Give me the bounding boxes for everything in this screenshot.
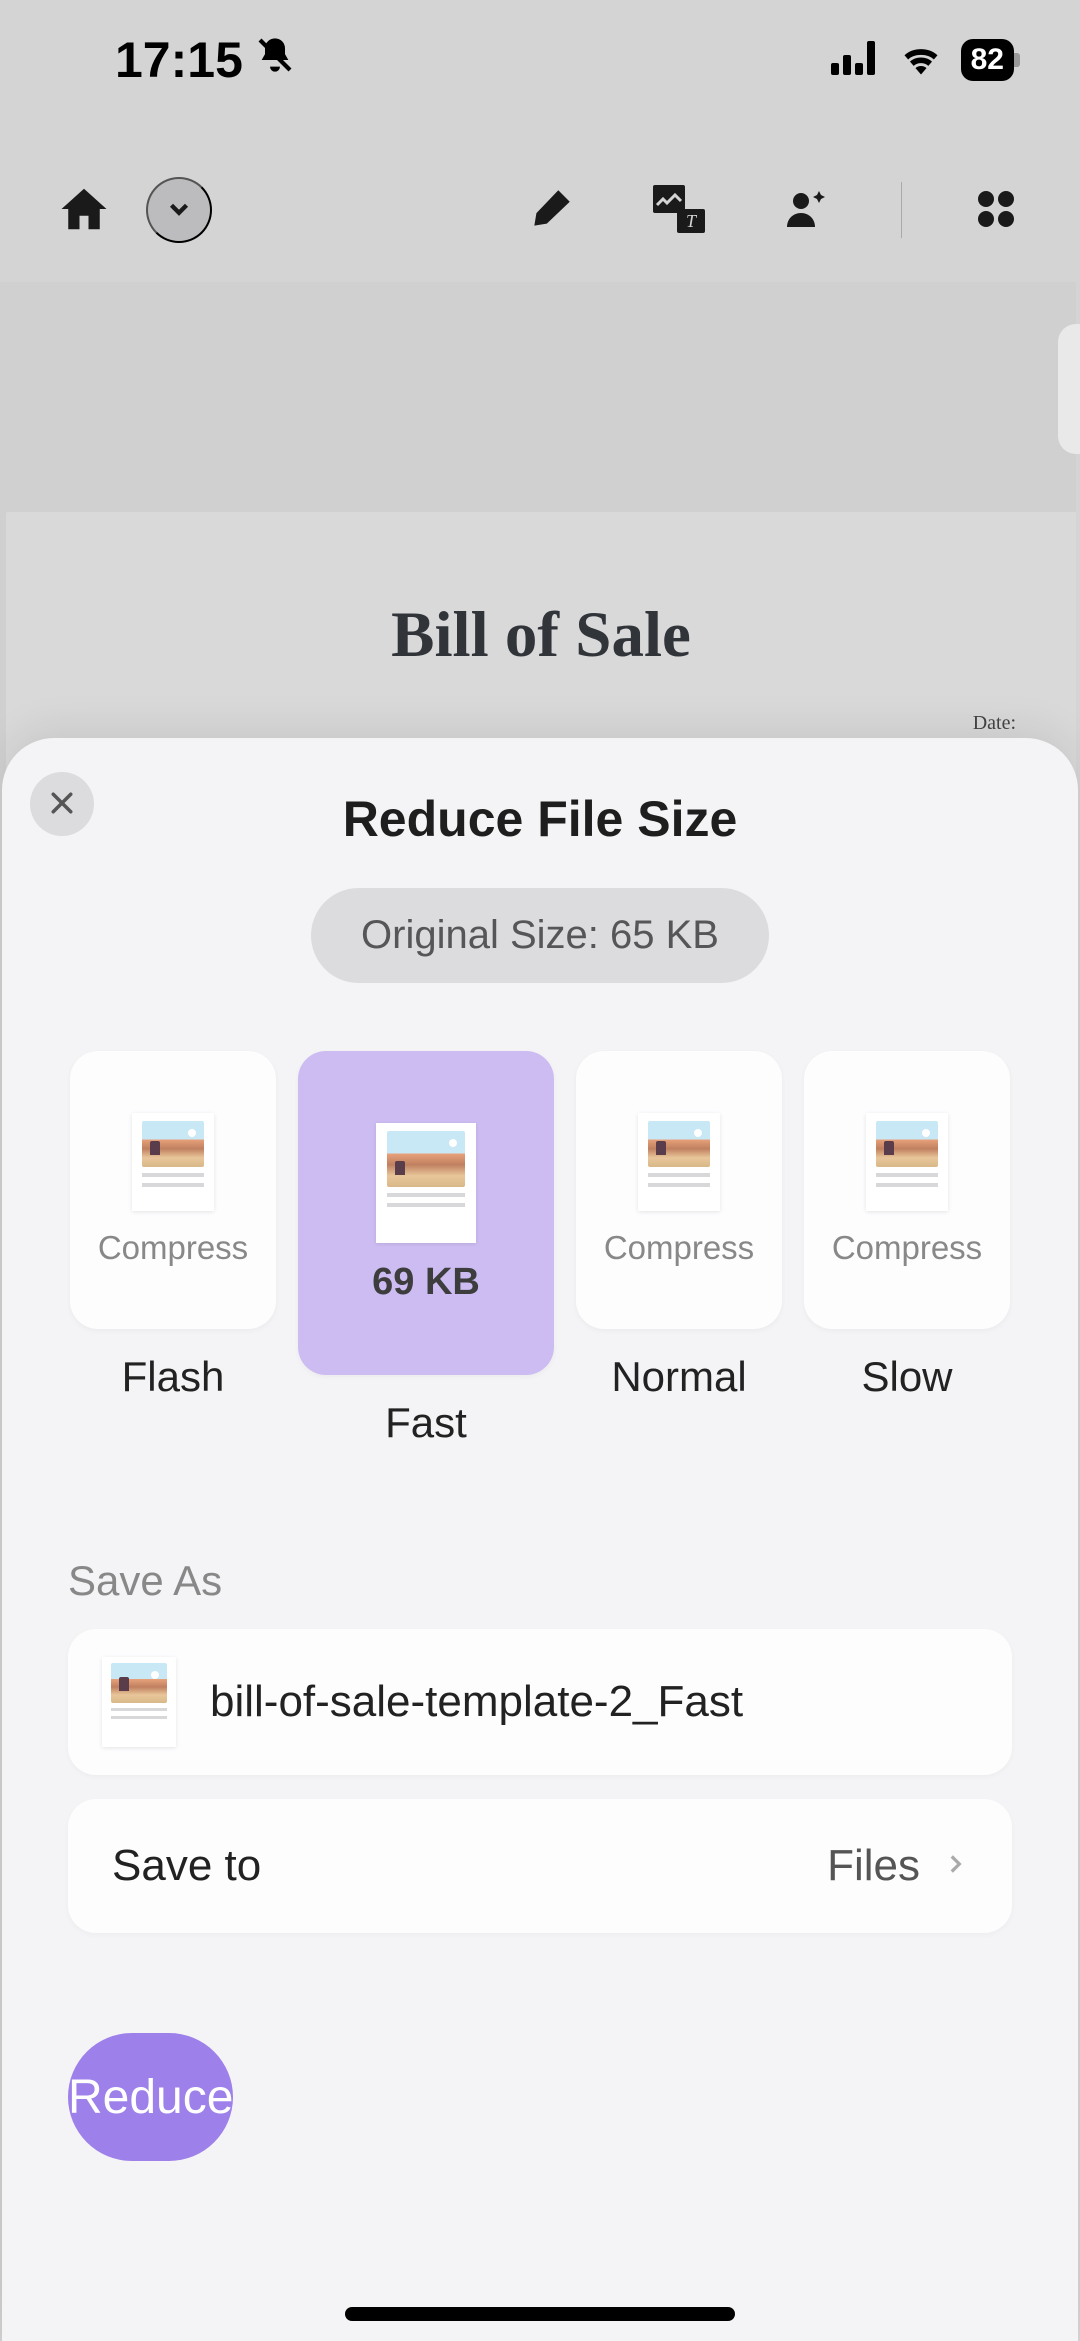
close-button[interactable] bbox=[30, 772, 94, 836]
document-thumb-icon bbox=[638, 1113, 720, 1211]
reduce-button[interactable]: Reduce bbox=[68, 2033, 233, 2161]
option-label: Slow bbox=[861, 1353, 952, 1401]
status-bar: 17:15 82 bbox=[0, 0, 1080, 120]
apps-grid-button[interactable] bbox=[962, 176, 1030, 244]
document-thumb-icon bbox=[102, 1657, 176, 1747]
compression-option-flash[interactable]: Compress bbox=[70, 1051, 276, 1329]
text-image-icon: T bbox=[653, 185, 705, 236]
dropdown-button[interactable] bbox=[146, 177, 212, 243]
document-thumb-icon bbox=[376, 1123, 476, 1243]
status-time: 17:15 bbox=[115, 31, 243, 89]
reduce-button-label: Reduce bbox=[68, 2070, 233, 2125]
option-status: Compress bbox=[832, 1229, 982, 1267]
toolbar-separator bbox=[901, 182, 902, 238]
highlighter-button[interactable] bbox=[517, 176, 585, 244]
home-button[interactable] bbox=[50, 176, 118, 244]
app-toolbar: T bbox=[0, 145, 1080, 275]
highlighter-icon bbox=[526, 184, 576, 237]
ai-enhance-button[interactable] bbox=[773, 176, 841, 244]
home-indicator[interactable] bbox=[345, 2307, 735, 2321]
save-to-value: Files bbox=[827, 1841, 920, 1891]
compression-option-fast[interactable]: 69 KB bbox=[298, 1051, 554, 1375]
home-icon bbox=[57, 182, 111, 239]
option-label: Normal bbox=[611, 1353, 746, 1401]
compression-option-slow[interactable]: Compress bbox=[804, 1051, 1010, 1329]
option-status: Compress bbox=[604, 1229, 754, 1267]
compression-option-normal[interactable]: Compress bbox=[576, 1051, 782, 1329]
person-sparkle-icon bbox=[782, 185, 832, 236]
filename-row[interactable]: bill-of-sale-template-2_Fast bbox=[68, 1629, 1012, 1775]
document-thumb-icon bbox=[132, 1113, 214, 1211]
scroll-indicator[interactable] bbox=[1058, 324, 1080, 454]
option-status: 69 KB bbox=[372, 1261, 480, 1304]
cellular-signal-icon bbox=[831, 41, 881, 80]
save-as-heading: Save As bbox=[68, 1557, 1012, 1605]
option-status: Compress bbox=[98, 1229, 248, 1267]
compression-options: Compress Flash 69 KB Fast Compress Norma… bbox=[2, 1051, 1078, 1447]
save-to-label: Save to bbox=[112, 1841, 261, 1891]
text-image-button[interactable]: T bbox=[645, 176, 713, 244]
document-thumb-icon bbox=[866, 1113, 948, 1211]
option-label: Fast bbox=[385, 1399, 467, 1447]
document-date-label: Date: bbox=[973, 712, 1016, 735]
document-title: Bill of Sale bbox=[66, 598, 1016, 673]
filename-value: bill-of-sale-template-2_Fast bbox=[210, 1677, 743, 1727]
sheet-title: Reduce File Size bbox=[2, 738, 1078, 848]
apps-grid-icon bbox=[972, 185, 1020, 236]
save-to-row[interactable]: Save to Files bbox=[68, 1799, 1012, 1933]
close-icon bbox=[47, 788, 77, 821]
original-size-badge: Original Size: 65 KB bbox=[311, 888, 769, 983]
chevron-right-icon bbox=[942, 1844, 968, 1889]
battery-indicator: 82 bbox=[961, 39, 1020, 81]
reduce-file-size-sheet: Reduce File Size Original Size: 65 KB Co… bbox=[2, 738, 1078, 2341]
option-label: Flash bbox=[122, 1353, 225, 1401]
wifi-icon bbox=[899, 41, 943, 80]
notifications-off-icon bbox=[255, 31, 295, 89]
chevron-down-icon bbox=[164, 194, 194, 227]
